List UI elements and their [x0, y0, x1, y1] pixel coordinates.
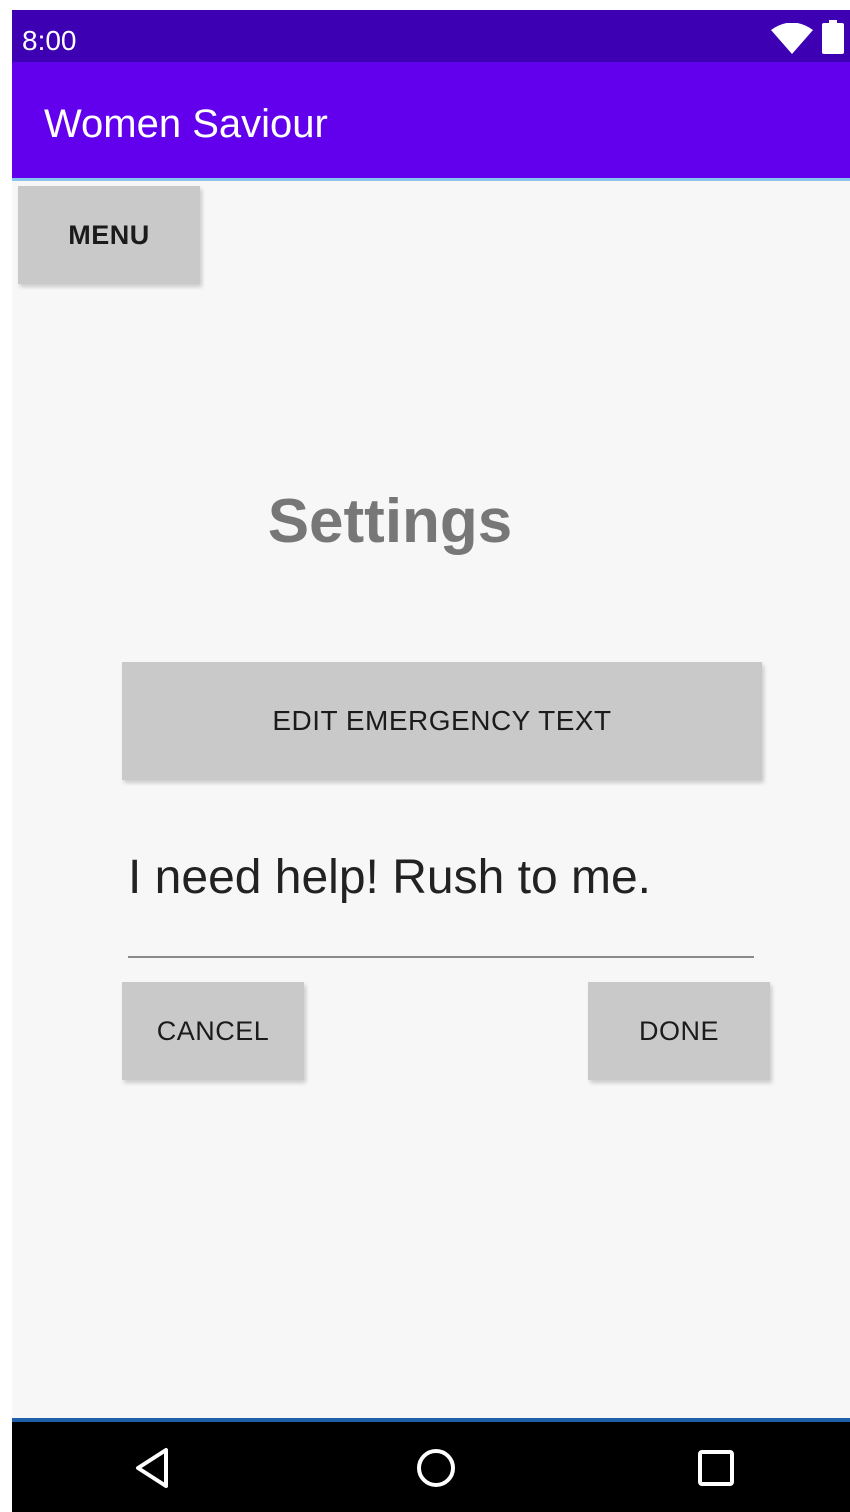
app-bar: Women Saviour: [12, 62, 850, 180]
app-bar-divider: [12, 178, 850, 181]
menu-button[interactable]: MENU: [18, 186, 200, 284]
battery-icon: [822, 20, 844, 54]
app-screen: 8:00 Women Saviour MENU Settings EDIT EM…: [12, 10, 850, 1512]
app-title: Women Saviour: [44, 102, 328, 146]
edit-emergency-text-button[interactable]: EDIT EMERGENCY TEXT: [122, 662, 762, 780]
navigation-bar: [12, 1422, 850, 1512]
input-underline: [128, 956, 754, 958]
back-icon[interactable]: [130, 1444, 178, 1492]
wifi-icon: [771, 23, 813, 54]
done-button[interactable]: DONE: [588, 982, 770, 1080]
page-title: Settings: [267, 487, 513, 556]
cancel-button[interactable]: CANCEL: [122, 982, 304, 1080]
status-time: 8:00: [22, 25, 77, 56]
emergency-text-field[interactable]: [128, 842, 752, 912]
recents-icon[interactable]: [692, 1444, 740, 1492]
status-bar: 8:00: [12, 10, 850, 62]
home-icon[interactable]: [412, 1444, 460, 1492]
